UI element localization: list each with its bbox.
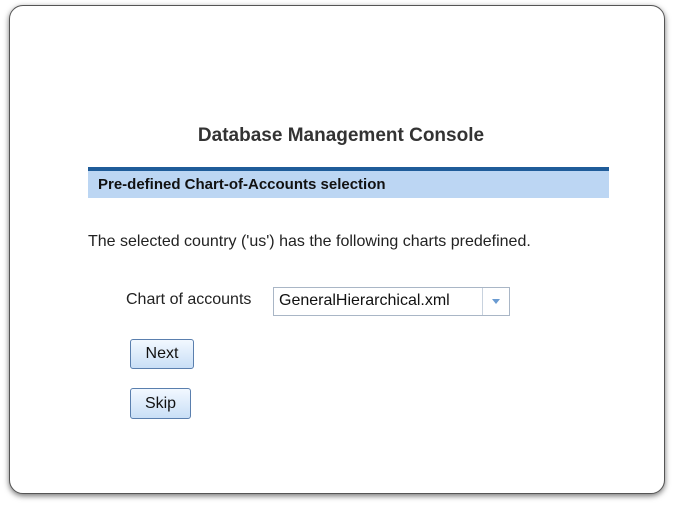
next-button[interactable]: Next (130, 339, 194, 369)
section-header: Pre-defined Chart-of-Accounts selection (88, 167, 609, 198)
page-title: Database Management Console (197, 125, 485, 146)
skip-button[interactable]: Skip (130, 388, 191, 419)
chart-of-accounts-label: Chart of accounts (126, 291, 252, 308)
chart-of-accounts-selected-value: GeneralHierarchical.xml (279, 292, 450, 309)
dropdown-button[interactable] (482, 288, 509, 315)
chevron-down-icon (492, 299, 500, 304)
chart-of-accounts-select[interactable]: GeneralHierarchical.xml (273, 287, 510, 316)
info-text: The selected country ('us') has the foll… (88, 233, 531, 250)
